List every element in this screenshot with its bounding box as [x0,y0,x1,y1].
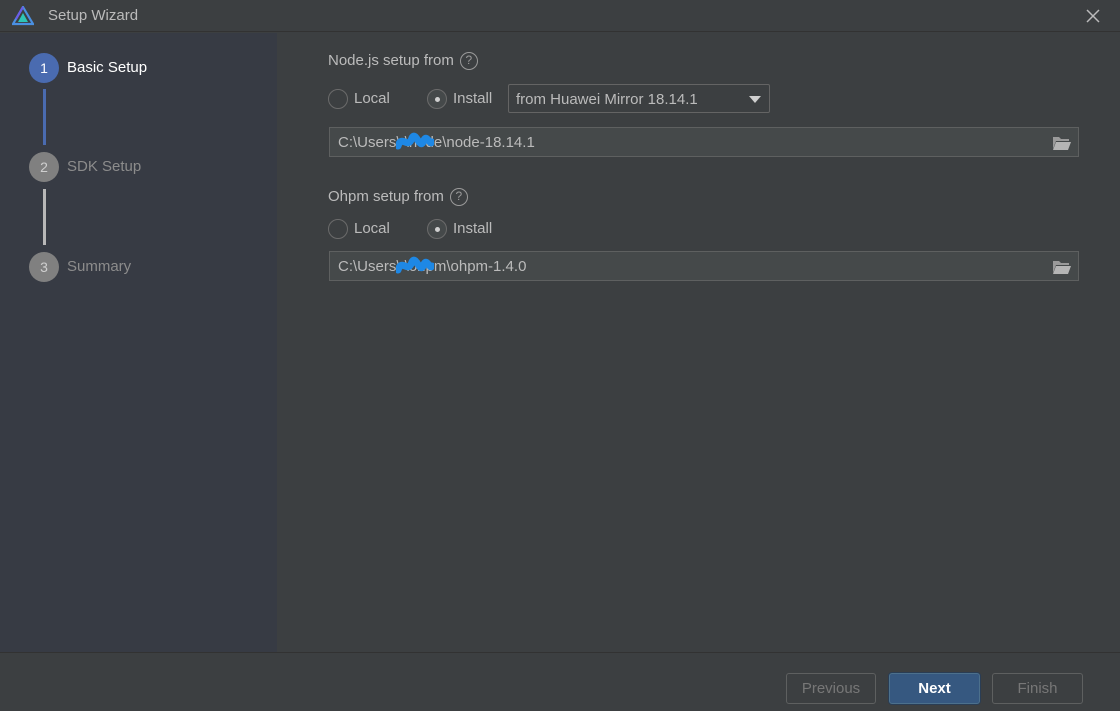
folder-open-icon[interactable] [1052,135,1072,151]
ohpm-label-text: Ohpm setup from [328,188,444,205]
nodejs-path-field[interactable]: C:\Users\ \node\node-18.14.1 [329,127,1079,157]
radio-button-icon [427,89,447,109]
step-connector [43,189,46,245]
radio-button-icon [328,219,348,239]
select-value: from Huawei Mirror 18.14.1 [516,91,698,108]
step-number: 3 [29,252,59,282]
step-label: SDK Setup [67,158,142,175]
chevron-down-icon [749,96,761,103]
radio-label: Install [453,90,493,107]
nodejs-mirror-select[interactable]: from Huawei Mirror 18.14.1 [508,84,770,113]
radio-button-icon [427,219,447,239]
nodejs-label-text: Node.js setup from [328,52,454,69]
redaction-scribble [396,132,434,150]
help-icon[interactable]: ? [459,52,478,70]
radio-button-icon [328,89,348,109]
path-value: C:\Users\ \node\node-18.14.1 [338,134,535,151]
window-title: Setup Wizard [48,7,139,24]
help-icon[interactable]: ? [449,188,468,206]
redaction-scribble [396,256,434,274]
step-number: 1 [29,53,59,83]
ohpm-section-label: Ohpm setup from? [328,188,468,206]
close-icon[interactable] [1082,5,1104,27]
harmonyos-devtools-logo-icon [12,6,34,26]
previous-button[interactable]: Previous [786,673,876,704]
setup-wizard-window: Setup Wizard 1 Basic Setup 2 SDK Setup 3… [0,0,1120,711]
radio-label: Local [354,90,390,107]
nodejs-section-label: Node.js setup from? [328,52,478,70]
finish-button[interactable]: Finish [992,673,1083,704]
radio-label: Install [453,220,493,237]
next-button[interactable]: Next [889,673,980,704]
radio-label: Local [354,220,390,237]
step-summary: 3 Summary [29,252,269,282]
step-number: 2 [29,152,59,182]
step-connector [43,89,46,145]
footer-bar: Previous Next Finish [0,652,1120,711]
title-bar: Setup Wizard [0,0,1120,32]
step-sdk-setup: 2 SDK Setup [29,152,269,182]
step-basic-setup: 1 Basic Setup [29,53,269,83]
folder-open-icon[interactable] [1052,259,1072,275]
steps-sidebar: 1 Basic Setup 2 SDK Setup 3 Summary [0,33,277,652]
step-label: Basic Setup [67,59,148,76]
ohpm-path-field[interactable]: C:\Users\ \ohpm\ohpm-1.4.0 [329,251,1079,281]
step-label: Summary [67,258,132,275]
